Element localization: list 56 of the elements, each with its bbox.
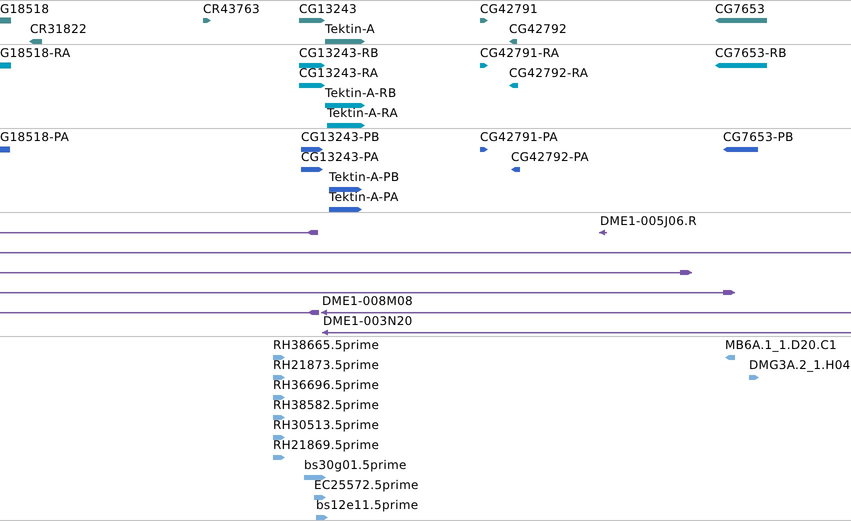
feature-line[interactable] (0, 289, 735, 296)
feature-label: CG7653-PB (723, 130, 794, 145)
feature-label: Tektin-A (325, 22, 375, 37)
feature-label: RH30513.5prime (273, 418, 380, 433)
feature-bar[interactable] (299, 62, 325, 69)
feature-label: bs30g01.5prime (304, 458, 407, 473)
feature-label: Tektin-A-PA (329, 190, 399, 205)
feature-label: CG42792-PA (511, 150, 589, 165)
feature-bar[interactable] (273, 374, 285, 381)
feature-label: CR43763 (203, 2, 260, 17)
feature-label: DME1-008M08 (322, 294, 413, 309)
feature-label: bs12e11.5prime (316, 498, 418, 513)
feature-label: G18518 (0, 2, 50, 17)
feature-label: CG7653-RB (715, 46, 787, 61)
feature-label: DME1-003N20 (323, 314, 413, 329)
feature-label: Tektin-A-RA (327, 106, 398, 121)
feature-label: RH21869.5prime (273, 438, 380, 453)
feature-bar[interactable] (304, 474, 326, 481)
feature-bar[interactable] (325, 102, 365, 109)
feature-line[interactable] (599, 229, 607, 236)
feature-label: MB6A.1_1.D20.C1 (725, 338, 837, 353)
feature-label: CG13243-RB (299, 46, 379, 61)
feature-label: CG42791-RA (480, 46, 560, 61)
feature-label: RH36696.5prime (273, 378, 380, 393)
feature-line[interactable] (0, 249, 851, 256)
feature-label: RH38582.5prime (273, 398, 380, 413)
feature-label: CG13243-PB (301, 130, 380, 145)
feature-bar[interactable] (273, 354, 285, 361)
feature-label: CG13243-RA (299, 66, 378, 81)
feature-label: G18518-RA (0, 46, 71, 61)
feature-label: CG42792 (509, 22, 567, 37)
feature-line[interactable] (321, 309, 851, 316)
feature-label: CG42791 (480, 2, 538, 17)
feature-label: CR31822 (30, 22, 87, 37)
feature-label: G18518-PA (0, 130, 70, 145)
feature-label: CG42791-PA (480, 130, 558, 145)
feature-label: DMG3A.2_1.H04. (749, 358, 851, 373)
feature-line[interactable] (0, 269, 692, 276)
feature-label: Tektin-A-PB (329, 170, 400, 185)
feature-label: CG42792-RA (509, 66, 588, 81)
feature-bar[interactable] (273, 394, 285, 401)
feature-bar[interactable] (301, 146, 323, 153)
feature-label: DME1-005J06.R (600, 214, 697, 229)
feature-bar[interactable] (329, 186, 362, 193)
feature-line[interactable] (0, 229, 318, 236)
feature-label: CG13243 (299, 2, 357, 17)
feature-bar[interactable] (273, 434, 285, 441)
feature-label: RH21873.5prime (273, 358, 380, 373)
feature-label: CG13243-PA (301, 150, 379, 165)
feature-label: CG7653 (715, 2, 766, 17)
feature-label: EC25572.5prime (314, 478, 419, 493)
feature-label: Tektin-A-RB (325, 86, 396, 101)
feature-label: RH38665.5prime (273, 338, 380, 353)
feature-line[interactable] (322, 329, 851, 336)
feature-bar[interactable] (273, 414, 285, 421)
feature-line[interactable] (0, 309, 319, 316)
